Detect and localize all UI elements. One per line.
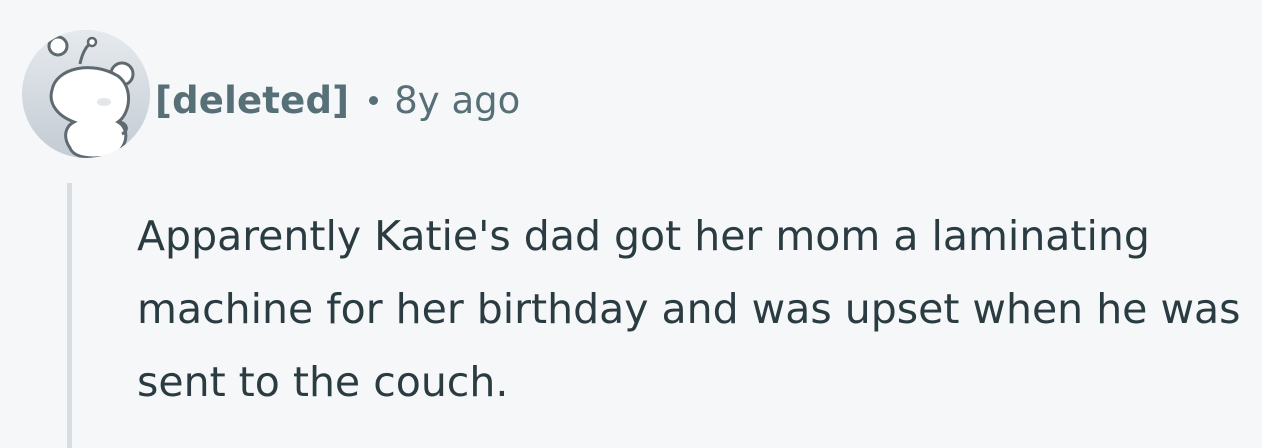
comment-meta: [deleted] 8y ago: [155, 72, 520, 128]
separator-dot: [369, 95, 379, 105]
timestamp[interactable]: 8y ago: [394, 79, 520, 122]
author-name[interactable]: [deleted]: [155, 79, 349, 122]
comment-body: Apparently Katie's dad got her mom a lam…: [137, 212, 1241, 406]
thread-line[interactable]: [67, 183, 72, 448]
comment: [deleted] 8y ago Apparently Katie's dad …: [0, 0, 1262, 448]
snoo-avatar-icon[interactable]: [22, 30, 150, 158]
